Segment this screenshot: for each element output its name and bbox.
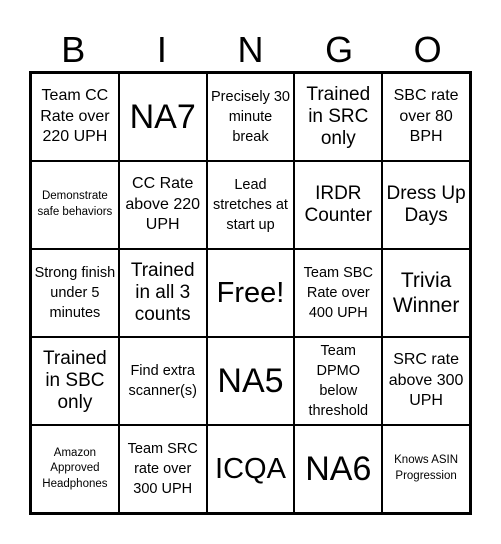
bingo-cell[interactable]: Trivia Winner xyxy=(382,249,470,337)
bingo-cell[interactable]: Team CC Rate over 220 UPH xyxy=(31,73,119,161)
bingo-card: Team CC Rate over 220 UPH NA7 Precisely … xyxy=(29,71,472,515)
bingo-cell[interactable]: Dress Up Days xyxy=(382,161,470,249)
header-letter-i: I xyxy=(156,29,167,70)
bingo-cell[interactable]: IRDR Counter xyxy=(294,161,383,249)
bingo-cell[interactable]: Trained in SBC only xyxy=(31,337,119,425)
bingo-cell[interactable]: Trained in all 3 counts xyxy=(118,249,207,337)
bingo-cell[interactable]: Knows ASIN Progression xyxy=(382,425,470,513)
bingo-cell[interactable]: SBC rate over 80 BPH xyxy=(382,73,470,161)
bingo-cell[interactable]: Strong finish under 5 minutes xyxy=(31,249,119,337)
bingo-cell[interactable]: NA6 xyxy=(294,425,383,513)
bingo-cell[interactable]: Trained in SRC only xyxy=(294,73,383,161)
bingo-cell[interactable]: Lead stretches at start up xyxy=(206,161,295,249)
bingo-cell[interactable]: Team DPMO below threshold xyxy=(294,337,383,425)
header-letter-n: N xyxy=(237,29,264,70)
bingo-cell[interactable]: Find extra scanner(s) xyxy=(118,337,207,425)
bingo-cell[interactable]: NA5 xyxy=(206,337,295,425)
bingo-cell[interactable]: CC Rate above 220 UPH xyxy=(118,161,207,249)
bingo-cell[interactable]: Amazon Approved Headphones xyxy=(31,425,119,513)
bingo-header: B I N G O xyxy=(29,28,472,72)
bingo-cell[interactable]: Team SRC rate over 300 UPH xyxy=(118,425,207,513)
bingo-cell[interactable]: Precisely 30 minute break xyxy=(206,73,295,161)
bingo-cell[interactable]: Team SBC Rate over 400 UPH xyxy=(294,249,383,337)
header-letter-o: O xyxy=(413,29,442,70)
bingo-cell[interactable]: SRC rate above 300 UPH xyxy=(382,337,470,425)
free-space[interactable]: Free! xyxy=(206,249,295,337)
bingo-cell[interactable]: NA7 xyxy=(118,73,207,161)
header-letter-b: B xyxy=(61,29,86,70)
bingo-cell[interactable]: Demonstrate safe behaviors xyxy=(31,161,119,249)
header-letter-g: G xyxy=(325,29,354,70)
bingo-cell[interactable]: ICQA xyxy=(206,425,295,513)
